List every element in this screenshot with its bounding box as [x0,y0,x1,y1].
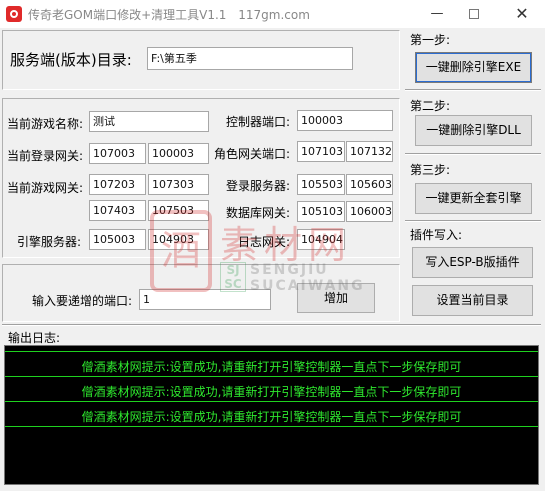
game-gateway-input-2[interactable]: 107303 [148,174,209,195]
window-site-text: 117gm.com [238,8,310,22]
role-gateway-label: 角色网关端口: [214,147,291,161]
controller-port-input[interactable]: 100003 [297,110,393,131]
engine-server-label: 引擎服务器: [17,235,82,249]
write-plugin-button[interactable]: 写入ESP-B版插件 [412,247,533,278]
login-server-label: 登录服务器: [226,179,291,193]
delete-dll-button[interactable]: 一键删除引擎DLL [415,115,532,146]
watermark-en-line2: SUCAIWANG [250,278,365,294]
app-icon [6,6,22,22]
title-bar: 传奇老GOM端口修改+清理工具V1.1 117gm.com — ✕ [0,0,545,28]
log-divider [5,401,538,402]
minimize-button[interactable]: — [420,0,454,28]
increment-label: 输入要递增的端口: [32,294,133,308]
controller-port-label: 控制器端口: [226,115,291,129]
window-title: 传奇老GOM端口修改+清理工具V1.1 117gm.com [28,6,310,23]
maximize-icon [469,8,479,19]
engine-server-input-1[interactable]: 105003 [89,229,146,250]
output-log[interactable]: 僧酒素材网提示:设置成功,请重新打开引擎控制器一直点下一步保存即可 僧酒素材网提… [4,345,539,485]
window-title-text: 传奇老GOM端口修改+清理工具V1.1 [28,8,227,22]
watermark-en-line1: SENGJIU [250,262,329,278]
step1-separator [405,89,541,91]
server-dir-label: 服务端(版本)目录: [10,51,132,69]
login-server-input-1[interactable]: 105503 [297,174,345,195]
log-line: 僧酒素材网提示:设置成功,请重新打开引擎控制器一直点下一步保存即可 [81,385,462,399]
game-name-input[interactable]: 测试 [89,111,209,132]
maximize-button[interactable] [457,0,491,28]
log-divider [5,426,538,427]
step3-label: 第三步: [410,163,451,177]
role-gateway-input-2[interactable]: 107132 [346,141,393,162]
watermark-cn-text: 素材网 [220,223,353,267]
delete-exe-button[interactable]: 一键删除引擎EXE [415,52,532,83]
game-name-label: 当前游戏名称: [7,117,84,131]
server-dir-input[interactable]: F:\第五季 [147,47,353,70]
step3-separator [405,220,541,222]
watermark-badge: SJ SC [220,262,246,292]
close-button[interactable]: ✕ [505,0,539,28]
step2-separator [405,153,541,155]
set-dir-button[interactable]: 设置当前目录 [412,285,533,316]
log-label: 输出日志: [8,331,61,345]
plugin-label: 插件写入: [410,228,463,242]
log-divider [5,376,538,377]
step1-label: 第一步: [410,33,451,47]
log-line: 僧酒素材网提示:设置成功,请重新打开引擎控制器一直点下一步保存即可 [81,360,462,374]
log-divider [5,351,538,352]
log-separator [2,324,541,326]
game-gateway-input-1[interactable]: 107203 [89,174,146,195]
step2-label: 第二步: [410,99,451,113]
update-engine-button[interactable]: 一键更新全套引擎 [415,183,532,214]
watermark: 酒 素材网 SJ SC SENGJIU SUCAIWANG [150,210,400,300]
close-icon: ✕ [515,4,529,23]
minimize-icon: — [430,6,444,21]
login-gateway-input-2[interactable]: 100003 [148,143,209,164]
game-gateway-label: 当前游戏网关: [7,181,84,195]
watermark-seal: 酒 [150,210,212,292]
game-gateway-input-3[interactable]: 107403 [89,200,146,221]
role-gateway-input-1[interactable]: 107103 [297,141,345,162]
login-gateway-label: 当前登录网关: [7,149,84,163]
log-line: 僧酒素材网提示:设置成功,请重新打开引擎控制器一直点下一步保存即可 [81,410,462,424]
login-server-input-2[interactable]: 105603 [346,174,393,195]
login-gateway-input-1[interactable]: 107003 [89,143,146,164]
